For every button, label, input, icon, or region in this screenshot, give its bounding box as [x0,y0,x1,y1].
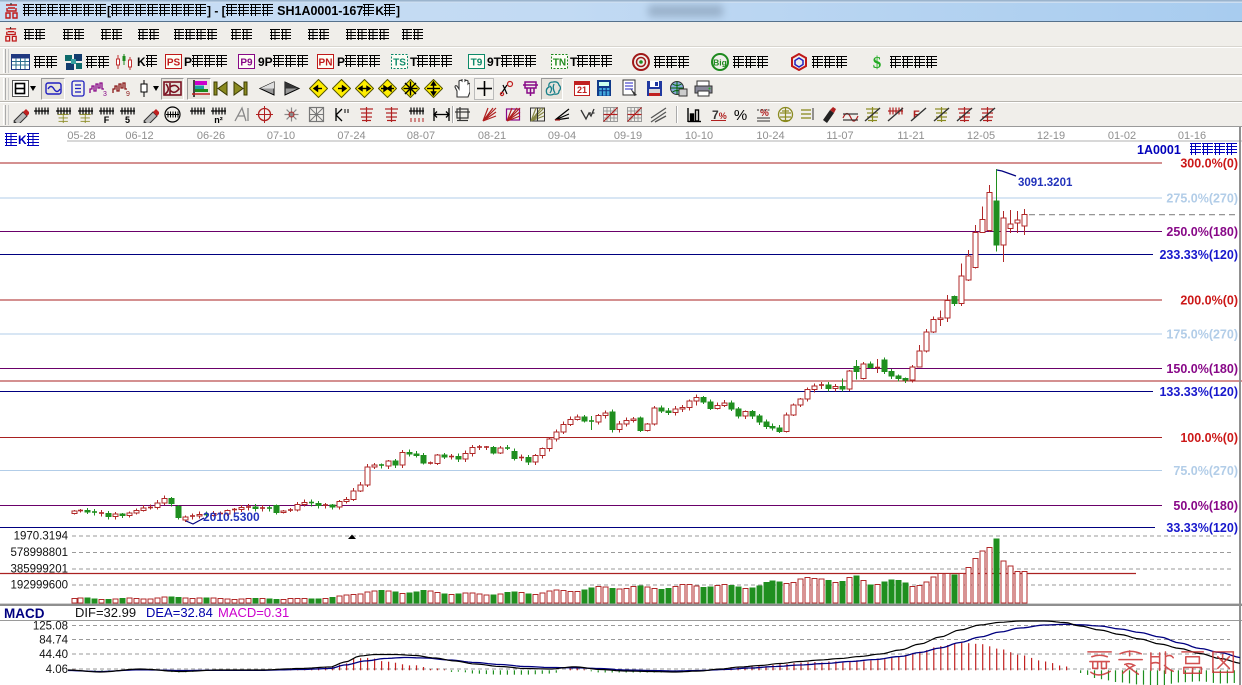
svg-text:P9: P9 [240,58,253,69]
svg-text:11-21: 11-21 [897,130,924,142]
svg-text:9: 9 [126,91,130,97]
svg-text:09-04: 09-04 [548,130,576,142]
svg-text:100.0%(0): 100.0%(0) [1180,431,1238,445]
svg-text:3: 3 [103,91,107,97]
svg-text:06-26: 06-26 [197,130,225,142]
svg-text:125.08: 125.08 [33,621,68,633]
svg-text:F: F [103,115,109,123]
svg-text:200.0%(0): 200.0%(0) [1180,294,1238,308]
svg-text:4.06: 4.06 [46,664,68,676]
svg-text:233.33%(120): 233.33%(120) [1159,248,1238,262]
svg-text:MACD=0.31: MACD=0.31 [218,605,289,620]
svg-text:84.74: 84.74 [39,635,68,647]
svg-text:01-16: 01-16 [1178,130,1206,142]
svg-text:10-10: 10-10 [685,130,713,142]
svg-text:TS: TS [393,58,406,69]
svg-text:275.0%(270): 275.0%(270) [1166,192,1238,206]
svg-text:3091.3201: 3091.3201 [1018,177,1073,189]
svg-text:DIF=32.99: DIF=32.99 [75,605,136,620]
svg-text:12-19: 12-19 [1037,130,1065,142]
svg-text:175.0%(270): 175.0%(270) [1166,328,1238,342]
svg-text:07-10: 07-10 [267,130,295,142]
svg-text:133.33%(120): 133.33%(120) [1159,385,1238,399]
svg-text:5: 5 [124,115,129,123]
svg-text:75.0%(270): 75.0%(270) [1173,464,1238,478]
svg-text:1A0001: 1A0001 [1137,143,1181,157]
svg-text:150.0%(180): 150.0%(180) [1166,362,1238,376]
svg-text:385999201: 385999201 [10,564,68,576]
svg-text:09-19: 09-19 [614,130,642,142]
svg-text:%: % [733,107,746,123]
svg-text:$: $ [873,53,882,71]
svg-text:Big: Big [713,58,727,68]
svg-text:T9: T9 [471,58,483,69]
svg-text:n²: n² [214,115,223,123]
svg-text:05-28: 05-28 [67,130,95,142]
svg-text:21: 21 [577,85,587,95]
svg-text:08-21: 08-21 [478,130,506,142]
svg-text:50.0%(180): 50.0%(180) [1173,499,1238,513]
svg-text:TN: TN [553,58,566,69]
svg-text:10-24: 10-24 [756,130,784,142]
svg-text:1970.3194: 1970.3194 [14,531,69,543]
svg-text:08-07: 08-07 [407,130,435,142]
svg-text:PN: PN [319,58,333,69]
svg-text:11-07: 11-07 [826,130,853,142]
svg-text:PS: PS [167,58,181,69]
svg-text:07-24: 07-24 [337,130,365,142]
svg-text:192999600: 192999600 [10,580,68,592]
svg-text:44.40: 44.40 [39,649,68,661]
svg-text:DEA=32.84: DEA=32.84 [146,605,213,620]
svg-text:7%: 7% [712,108,727,122]
svg-text:MACD: MACD [4,606,45,621]
svg-text:33.33%(120): 33.33%(120) [1166,521,1238,535]
svg-text:2010.5300: 2010.5300 [203,510,260,524]
svg-text:250.0%(180): 250.0%(180) [1166,225,1238,239]
svg-text:06-12: 06-12 [125,130,153,142]
svg-text:578998801: 578998801 [10,547,68,559]
svg-text:12-05: 12-05 [967,130,995,142]
svg-text:01-02: 01-02 [1108,130,1136,142]
